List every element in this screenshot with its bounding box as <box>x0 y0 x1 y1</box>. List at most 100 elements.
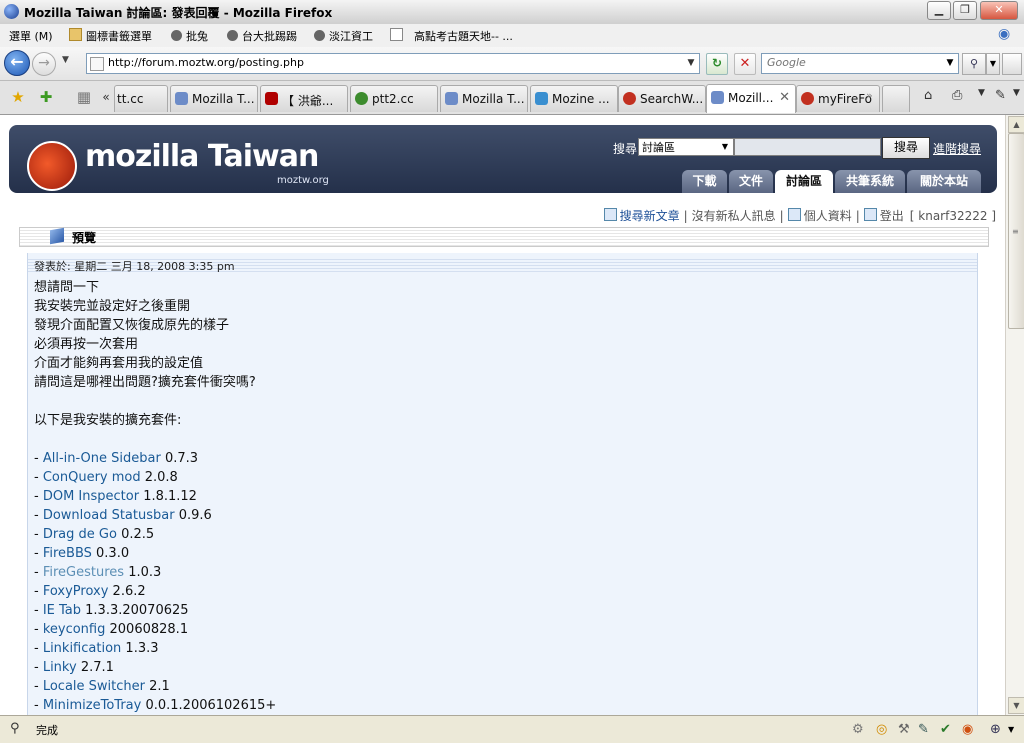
magnifier-icon[interactable]: ◎ <box>876 722 887 737</box>
tab-5[interactable]: Mozine ... <box>530 85 618 112</box>
bookmark-item-0[interactable]: 圖標書籤選單 <box>69 28 152 44</box>
scroll-down-icon[interactable]: ▼ <box>1008 697 1024 714</box>
search-engine-dropdown-icon[interactable]: ▼ <box>942 54 958 73</box>
bookmark-item-5[interactable]: 高點考古題天地-- ... <box>414 28 513 44</box>
extension-item: - Linkification 1.3.3 <box>34 639 964 658</box>
print-icon[interactable]: ⎙ <box>952 88 962 103</box>
extension-link[interactable]: IE Tab <box>43 603 81 618</box>
cube-icon <box>50 227 64 245</box>
extension-link[interactable]: FoxyProxy <box>43 584 109 599</box>
post-line: 必須再按一次套用 <box>34 337 139 352</box>
close-window-button[interactable]: ✕ <box>980 1 1018 20</box>
tab-1[interactable]: Mozilla T... <box>170 85 258 112</box>
check-icon[interactable]: ✔ <box>940 722 951 737</box>
nav-tab-docs[interactable]: 文件 <box>729 170 773 193</box>
extension-link[interactable]: FireGestures <box>43 565 124 580</box>
zoom-dropdown-icon[interactable]: ▼ <box>1008 725 1014 734</box>
main-menu[interactable]: 選單 (M) <box>9 28 53 44</box>
minimize-button[interactable]: ▁ <box>927 1 951 20</box>
site-tab-icon <box>265 92 278 105</box>
scroll-right-icon[interactable]: » <box>866 89 873 102</box>
tab-2[interactable]: 【 洪爺... <box>260 85 348 112</box>
extension-link[interactable]: FireBBS <box>43 546 92 561</box>
logout-link[interactable]: 登出 <box>880 209 904 223</box>
advanced-search-link[interactable]: 進階搜尋 <box>933 140 981 157</box>
private-messages-link[interactable]: 沒有新私人訊息 <box>692 209 776 223</box>
maximize-button[interactable]: ❐ <box>953 1 977 20</box>
go-button[interactable]: ↻ <box>706 53 728 75</box>
extension-link[interactable]: Locale Switcher <box>43 679 145 694</box>
nav-tab-about[interactable]: 關於本站 <box>907 170 981 193</box>
url-dropdown-icon[interactable]: ▼ <box>683 54 699 73</box>
bookmark-item-1[interactable]: 批兔 <box>171 28 208 44</box>
nav-tab-download[interactable]: 下載 <box>682 170 727 193</box>
nav-tab-wiki[interactable]: 共筆系統 <box>835 170 905 193</box>
window-title: Mozilla Taiwan 討論區: 發表回覆 - Mozilla Firef… <box>24 6 333 20</box>
page-menu-icon[interactable] <box>1002 53 1022 75</box>
tab-0[interactable]: tt.cc <box>114 85 168 112</box>
profile-link[interactable]: 個人資料 <box>804 209 852 223</box>
extension-link[interactable]: Download Statusbar <box>43 508 175 523</box>
edit-dropdown-icon[interactable]: ▼ <box>1013 88 1020 98</box>
scroll-left-icon[interactable]: « <box>96 87 116 107</box>
tab-6[interactable]: SearchW... <box>618 85 706 112</box>
navigation-toolbar: ← → ▼ http://forum.moztw.org/posting.php… <box>0 47 1024 81</box>
firefox-status-icon[interactable]: ◉ <box>962 722 973 737</box>
extension-item: - FoxyProxy 2.6.2 <box>34 582 964 601</box>
site-search-button[interactable]: 搜尋 <box>882 137 930 159</box>
web-search-box[interactable]: ▼ <box>761 53 959 74</box>
history-dropdown-icon[interactable]: ▼ <box>62 55 69 65</box>
window-titlebar[interactable]: Mozilla Taiwan 討論區: 發表回覆 - Mozilla Firef… <box>0 0 1024 25</box>
add-bookmark-icon[interactable]: ✚ <box>36 87 56 107</box>
extension-link[interactable]: MinimizeToTray <box>43 698 142 713</box>
site-search-input[interactable] <box>734 138 881 156</box>
extension-version: 0.9.6 <box>178 508 212 523</box>
extension-link[interactable]: keyconfig <box>43 622 106 637</box>
scroll-up-icon[interactable]: ▲ <box>1008 116 1024 133</box>
gear-icon[interactable]: ⚙ <box>852 722 864 737</box>
tab-3[interactable]: ptt2.cc <box>350 85 438 112</box>
search-scope-select[interactable]: 討論區 ▼ <box>638 138 734 156</box>
edit-page-icon[interactable]: ✎ <box>995 88 1006 103</box>
url-bar[interactable]: http://forum.moztw.org/posting.php ▼ <box>86 53 700 74</box>
extension-link[interactable]: Linky <box>43 660 77 675</box>
site-logo-text[interactable]: mozilla Taiwan <box>85 139 319 174</box>
home-icon[interactable]: ⌂ <box>924 88 932 103</box>
new-tab-button[interactable] <box>882 85 910 112</box>
close-tab-icon[interactable]: ✕ <box>779 90 790 105</box>
bookmark-star-icon[interactable]: ★ <box>8 87 28 107</box>
tools-icon[interactable]: ⚒ <box>898 722 910 737</box>
search-icon[interactable]: ⚲ <box>962 53 986 75</box>
print-dropdown-icon[interactable]: ▼ <box>978 88 985 98</box>
nav-tab-forum[interactable]: 討論區 <box>775 170 833 193</box>
firefox-icon <box>4 4 19 19</box>
vertical-scrollbar[interactable]: ▲ ≡ ▼ <box>1005 115 1024 715</box>
extension-link[interactable]: ConQuery mod <box>43 470 141 485</box>
tab-list-icon[interactable]: ▦ <box>74 87 94 107</box>
zoom-icon[interactable]: ⊕ <box>990 722 1001 737</box>
tab-4[interactable]: Mozilla T... <box>440 85 528 112</box>
tab-7-active[interactable]: Mozill... ✕ <box>706 84 796 113</box>
list-bullet: - <box>34 508 43 523</box>
web-search-input[interactable] <box>762 54 937 71</box>
preview-header: 預覽 <box>19 227 989 247</box>
bookmark-item-3[interactable]: 淡江資工 <box>314 28 373 44</box>
extension-link[interactable]: All-in-One Sidebar <box>43 451 161 466</box>
url-text[interactable]: http://forum.moztw.org/posting.php <box>108 56 304 69</box>
bookmark-item-4[interactable] <box>390 28 407 43</box>
extension-version: 0.2.5 <box>121 527 155 542</box>
extension-link[interactable]: Drag de Go <box>43 527 117 542</box>
back-button[interactable]: ← <box>4 50 30 76</box>
list-bullet: - <box>34 451 43 466</box>
searchwp-tab-icon <box>623 92 636 105</box>
forward-button[interactable]: → <box>32 52 56 76</box>
search-icon[interactable]: ⚲ <box>10 721 20 736</box>
edit-icon[interactable]: ✎ <box>918 722 929 737</box>
menu-bar: 選單 (M) 圖標書籤選單 批兔 台大批踢踢 淡江資工 高點考古題天地-- ..… <box>0 24 1024 48</box>
extension-link[interactable]: Linkification <box>43 641 121 656</box>
stop-button[interactable]: ✕ <box>734 53 756 75</box>
extension-link[interactable]: DOM Inspector <box>43 489 139 504</box>
search-new-posts-link[interactable]: 搜尋新文章 <box>620 209 680 223</box>
bookmark-item-2[interactable]: 台大批踢踢 <box>227 28 297 44</box>
search-menu-icon[interactable]: ▼ <box>986 53 1000 75</box>
